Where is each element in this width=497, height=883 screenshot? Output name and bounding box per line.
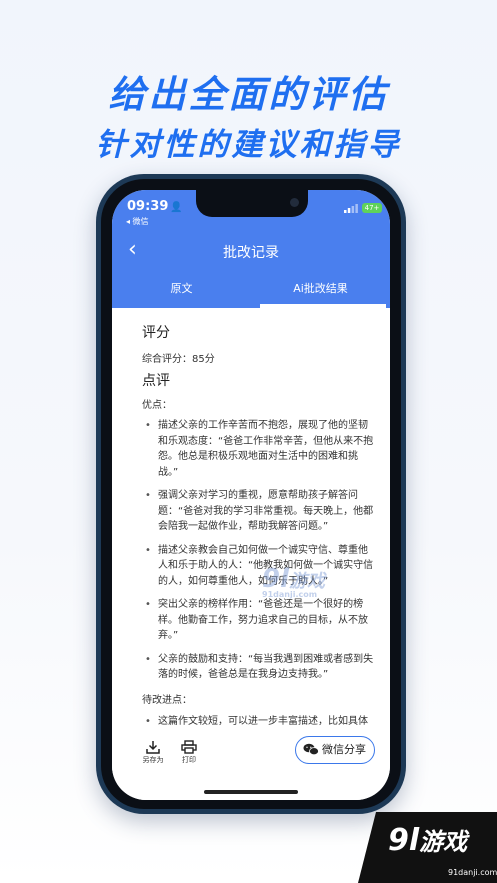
list-item: 突出父亲的榜样作用：“爸爸还是一个很好的榜样。他勤奋工作，努力追求自己的目标，从…	[142, 597, 374, 644]
corner-logo-mark: 9l	[388, 823, 420, 858]
home-indicator	[204, 790, 298, 794]
corner-watermark-url: 91danji.com	[448, 868, 497, 877]
save-as-label: 另存为	[142, 756, 164, 764]
phone-frame: 09:39 👤 ◂ 微信 47+ ‹ 批改记录 原文 Ai批改结果 评分 综合评…	[96, 174, 406, 814]
camera-icon	[290, 198, 299, 207]
corner-watermark-logo: 9l游戏	[388, 822, 467, 858]
nav-bar: ‹ 批改记录	[112, 230, 390, 274]
score-line: 综合评分：85分	[142, 354, 215, 365]
tab-bar: 原文 Ai批改结果	[112, 274, 390, 308]
print-button[interactable]: 打印	[172, 740, 206, 765]
review-heading: 点评	[142, 373, 170, 389]
printer-icon	[181, 740, 197, 754]
watermark-url: 91danji.com	[262, 590, 318, 599]
watermark-logo: 9l游戏 91danji.com	[262, 564, 325, 599]
list-item: 这篇作文较短，可以进一步丰富描述，比如具体举例说明父亲的工作内容、他帮助你解	[142, 714, 374, 731]
phone-bezel: 09:39 👤 ◂ 微信 47+ ‹ 批改记录 原文 Ai批改结果 评分 综合评…	[101, 179, 401, 809]
status-time-text: 09:39	[127, 199, 169, 214]
list-item: 描述父亲的工作辛苦而不抱怨，展现了他的坚韧和乐观态度：“爸爸工作非常辛苦，但他从…	[142, 418, 374, 480]
person-icon: 👤	[170, 202, 183, 213]
wechat-share-label: 微信分享	[322, 743, 366, 756]
list-item: 强调父亲对学习的重视，愿意帮助孩子解答问题：“爸爸对我的学习非常重视。每天晚上，…	[142, 488, 374, 535]
result-content[interactable]: 评分 综合评分：85分 点评 优点： 描述父亲的工作辛苦而不抱怨，展现了他的坚韧…	[112, 308, 390, 730]
corner-logo-text: 游戏	[419, 828, 468, 856]
wechat-share-button[interactable]: 微信分享	[295, 736, 375, 764]
strengths-list: 描述父亲的工作辛苦而不抱怨，展现了他的坚韧和乐观态度：“爸爸工作非常辛苦，但他从…	[142, 418, 374, 730]
page-title: 批改记录	[223, 245, 279, 261]
print-label: 打印	[182, 756, 196, 764]
promo-headline-2: 针对性的建议和指导	[95, 127, 402, 163]
promo-background: 给出全面的评估 针对性的建议和指导 09:39 👤 ◂ 微信 47+ ‹ 批改记…	[0, 0, 497, 883]
promo-headline-1: 给出全面的评估	[108, 73, 389, 116]
wechat-icon	[303, 743, 319, 756]
list-item: 父亲的鼓励和支持：“每当我遇到困难或者感到失落的时候，爸爸总是在我身边支持我。”	[142, 652, 374, 683]
corner-watermark: 9l游戏 91danji.com	[358, 812, 497, 883]
tab-original[interactable]: 原文	[112, 274, 251, 308]
signal-icon	[344, 204, 358, 213]
score-heading: 评分	[142, 325, 170, 341]
save-as-button[interactable]: 另存为	[136, 740, 170, 765]
back-to-app-link[interactable]: ◂ 微信	[126, 216, 149, 227]
watermark-logo-text: 游戏	[289, 571, 326, 592]
tab-ai-result[interactable]: Ai批改结果	[251, 274, 390, 308]
improve-label: 待改进点：	[142, 694, 192, 706]
phone-screen: 09:39 👤 ◂ 微信 47+ ‹ 批改记录 原文 Ai批改结果 评分 综合评…	[112, 190, 390, 800]
list-item: 描述父亲教会自己如何做一个诚实守信、尊重他人和乐于助人的人：“他教我如何做一个诚…	[142, 543, 374, 590]
battery-icon: 47+	[362, 203, 382, 213]
strengths-label: 优点：	[142, 400, 172, 411]
status-time: 09:39 👤	[127, 199, 183, 214]
download-icon	[146, 741, 160, 754]
